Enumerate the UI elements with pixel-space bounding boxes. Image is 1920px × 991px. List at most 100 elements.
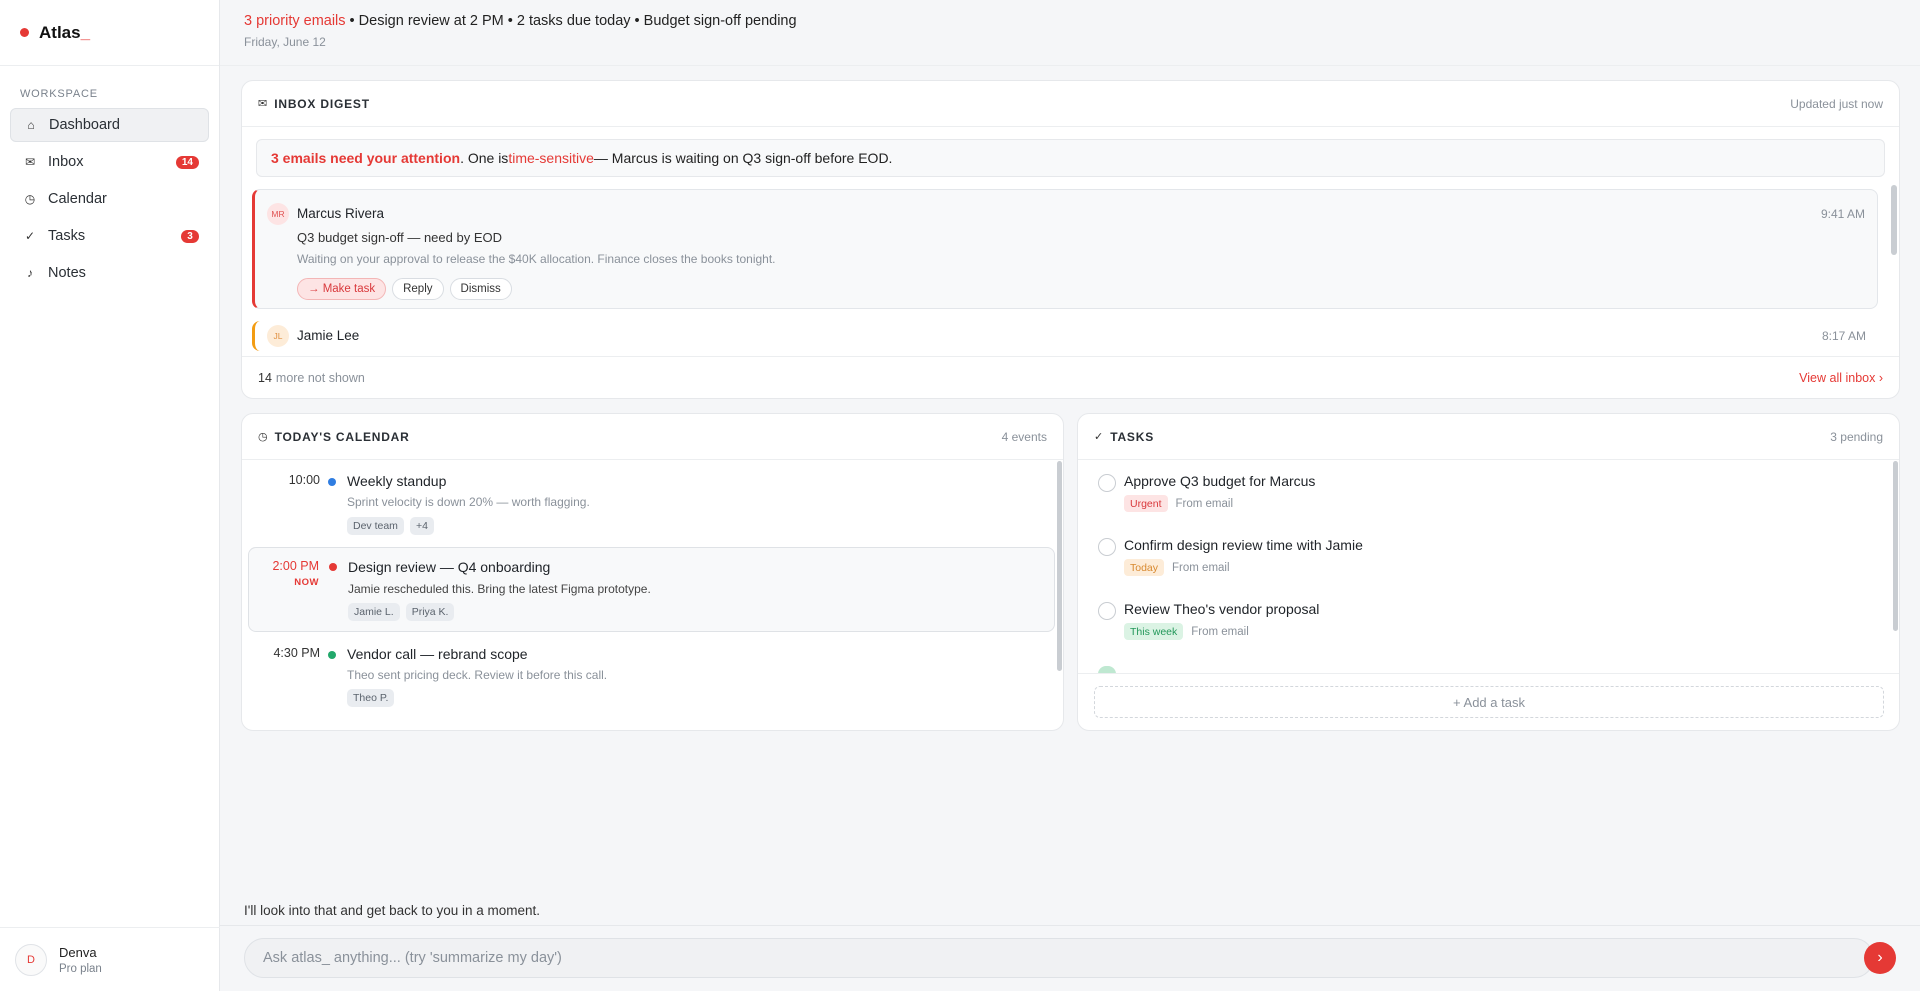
tasks-scrollbar[interactable] [1893, 461, 1898, 631]
inbox-count-badge: 14 [175, 155, 199, 169]
check-icon: ✓ [1094, 431, 1104, 443]
email-item[interactable]: MR Marcus Rivera 9:41 AM Q3 budget sign-… [252, 189, 1878, 309]
tasks-count-badge: 3 [181, 229, 199, 243]
attendee-tag: +4 [409, 517, 434, 535]
event-description: Theo sent pricing deck. Review it before… [347, 668, 608, 682]
task-checkbox[interactable] [1098, 474, 1116, 492]
calendar-card: ◷ TODAY'S CALENDAR 4 events 10:00 Weekly… [241, 413, 1064, 731]
brand[interactable]: Atlas _ [0, 0, 219, 66]
calendar-scrollbar[interactable] [1057, 461, 1062, 671]
clock-icon: ◷ [24, 192, 36, 206]
event-color-dot [329, 563, 337, 571]
alert-text: — Marcus is waiting on Q3 sign-off befor… [593, 150, 893, 166]
calendar-event-current[interactable]: 2:00 PM NOW Design review — Q4 onboardin… [248, 547, 1055, 632]
note-icon: ♪ [27, 266, 33, 280]
email-subject: Q3 budget sign-off — need by EOD [297, 230, 502, 245]
chat-input[interactable] [244, 938, 1874, 978]
email-preview: Waiting on your approval to release the … [297, 252, 776, 266]
priority-badge: Urgent [1124, 495, 1168, 512]
sidebar: Atlas _ WORKSPACE ⌂ Dashboard ✉ Inbox 14 … [0, 0, 220, 991]
event-time: 4:30 PM [273, 646, 320, 660]
day-summary: 3 priority emails • Design review at 2 P… [244, 13, 1896, 29]
sidebar-item-label: Tasks [48, 228, 86, 244]
task-meta: This week From email [1124, 623, 1249, 640]
email-time: 8:17 AM [1821, 329, 1866, 343]
attendee-tag: Jamie L. [348, 603, 400, 621]
sidebar-item-inbox[interactable]: ✉ Inbox 14 [10, 145, 209, 179]
send-button[interactable]: › [1864, 942, 1896, 974]
calendar-event[interactable]: 10:00 Weekly standup Sprint velocity is … [248, 464, 1055, 544]
home-icon: ⌂ [27, 118, 35, 132]
task-item: Approve Q3 budget for Marcus Urgent From… [1098, 471, 1878, 527]
task-title: Confirm design review time with Jamie [1124, 537, 1363, 553]
email-item[interactable]: JL Jamie Lee 8:17 AM [252, 321, 1878, 351]
workspace-label: WORKSPACE [20, 88, 98, 100]
mail-icon: ✉ [24, 155, 36, 169]
reply-button[interactable]: Reply [392, 278, 444, 300]
brand-dot-icon [20, 28, 29, 37]
event-title: Design review — Q4 onboarding [348, 559, 551, 575]
task-source: From email [1172, 561, 1230, 574]
sidebar-item-notes[interactable]: ♪ Notes [10, 256, 209, 290]
tasks-card: ✓ TASKS 3 pending Approve Q3 budget for … [1077, 413, 1900, 731]
event-color-dot [328, 478, 336, 486]
card-title: INBOX DIGEST [274, 96, 370, 111]
updated-status: Updated just now [1790, 96, 1883, 111]
check-icon: ✓ [24, 229, 36, 243]
event-title: Weekly standup [347, 473, 447, 489]
task-meta: Today From email [1124, 559, 1230, 576]
brand-name: Atlas [39, 22, 81, 42]
divider [1078, 673, 1899, 674]
sidebar-item-calendar[interactable]: ◷ Calendar [10, 182, 209, 216]
event-attendees: Dev team +4 [347, 517, 434, 535]
calendar-event[interactable]: 4:30 PM Vendor call — rebrand scope Theo… [248, 637, 1055, 717]
sidebar-item-dashboard[interactable]: ⌂ Dashboard [10, 108, 209, 142]
event-time: 10:00 [288, 473, 320, 487]
event-count: 4 events [1001, 429, 1047, 444]
summary-highlight: 3 priority emails [244, 13, 346, 29]
card-title: TASKS [1110, 429, 1154, 444]
now-indicator: NOW [294, 577, 319, 588]
event-time: 2:00 PM [272, 559, 319, 573]
card-title: TODAY'S CALENDAR [274, 429, 410, 444]
avatar: JL [267, 325, 289, 347]
priority-badge: Today [1124, 559, 1165, 576]
user-plan: Pro plan [59, 962, 102, 975]
alert-time-sensitive: time-sensitive [508, 150, 594, 166]
task-source: From email [1175, 497, 1234, 510]
dismiss-button[interactable]: Dismiss [449, 278, 512, 300]
clock-icon: ◷ [258, 431, 268, 443]
sidebar-item-tasks[interactable]: ✓ Tasks 3 [10, 219, 209, 253]
summary-rest: • Design review at 2 PM • 2 tasks due to… [345, 13, 797, 29]
email-sender: Marcus Rivera [297, 206, 385, 221]
priority-badge: This week [1124, 623, 1184, 640]
add-task-button[interactable]: + Add a task [1094, 686, 1884, 718]
assistant-reply: I'll look into that and get back to you … [244, 903, 540, 918]
make-task-button[interactable]: → Make task [297, 278, 387, 300]
tasks-header: ✓ TASKS 3 pending [1078, 414, 1899, 460]
user-profile[interactable]: D Denva Pro plan [0, 927, 220, 991]
view-all-inbox-link[interactable]: View all inbox › [1799, 371, 1883, 385]
avatar: D [15, 943, 47, 976]
task-item: Review Theo's vendor proposal This week … [1098, 599, 1878, 655]
task-title: Review Theo's vendor proposal [1124, 601, 1320, 617]
event-attendees: Theo P. [347, 689, 395, 707]
header: 3 priority emails • Design review at 2 P… [220, 0, 1920, 66]
sidebar-item-label: Notes [48, 265, 86, 281]
pending-count: 3 pending [1830, 429, 1883, 444]
task-checkbox[interactable] [1098, 538, 1116, 556]
chat-bar: › [220, 925, 1920, 991]
sidebar-item-label: Calendar [48, 191, 107, 207]
alert-count: 3 emails need your attention [271, 150, 461, 166]
inbox-scrollbar[interactable] [1891, 185, 1897, 255]
email-time: 9:41 AM [1820, 207, 1865, 221]
event-color-dot [328, 651, 336, 659]
task-checkbox[interactable] [1098, 602, 1116, 620]
attention-alert: 3 emails need your attention. One is tim… [256, 139, 1885, 177]
attendee-tag: Dev team [347, 517, 404, 535]
event-title: Vendor call — rebrand scope [347, 646, 528, 662]
avatar: MR [267, 203, 289, 225]
email-actions: → Make task Reply Dismiss [297, 278, 512, 300]
attendee-tag: Theo P. [347, 689, 395, 707]
more-count: 14 [258, 370, 272, 385]
